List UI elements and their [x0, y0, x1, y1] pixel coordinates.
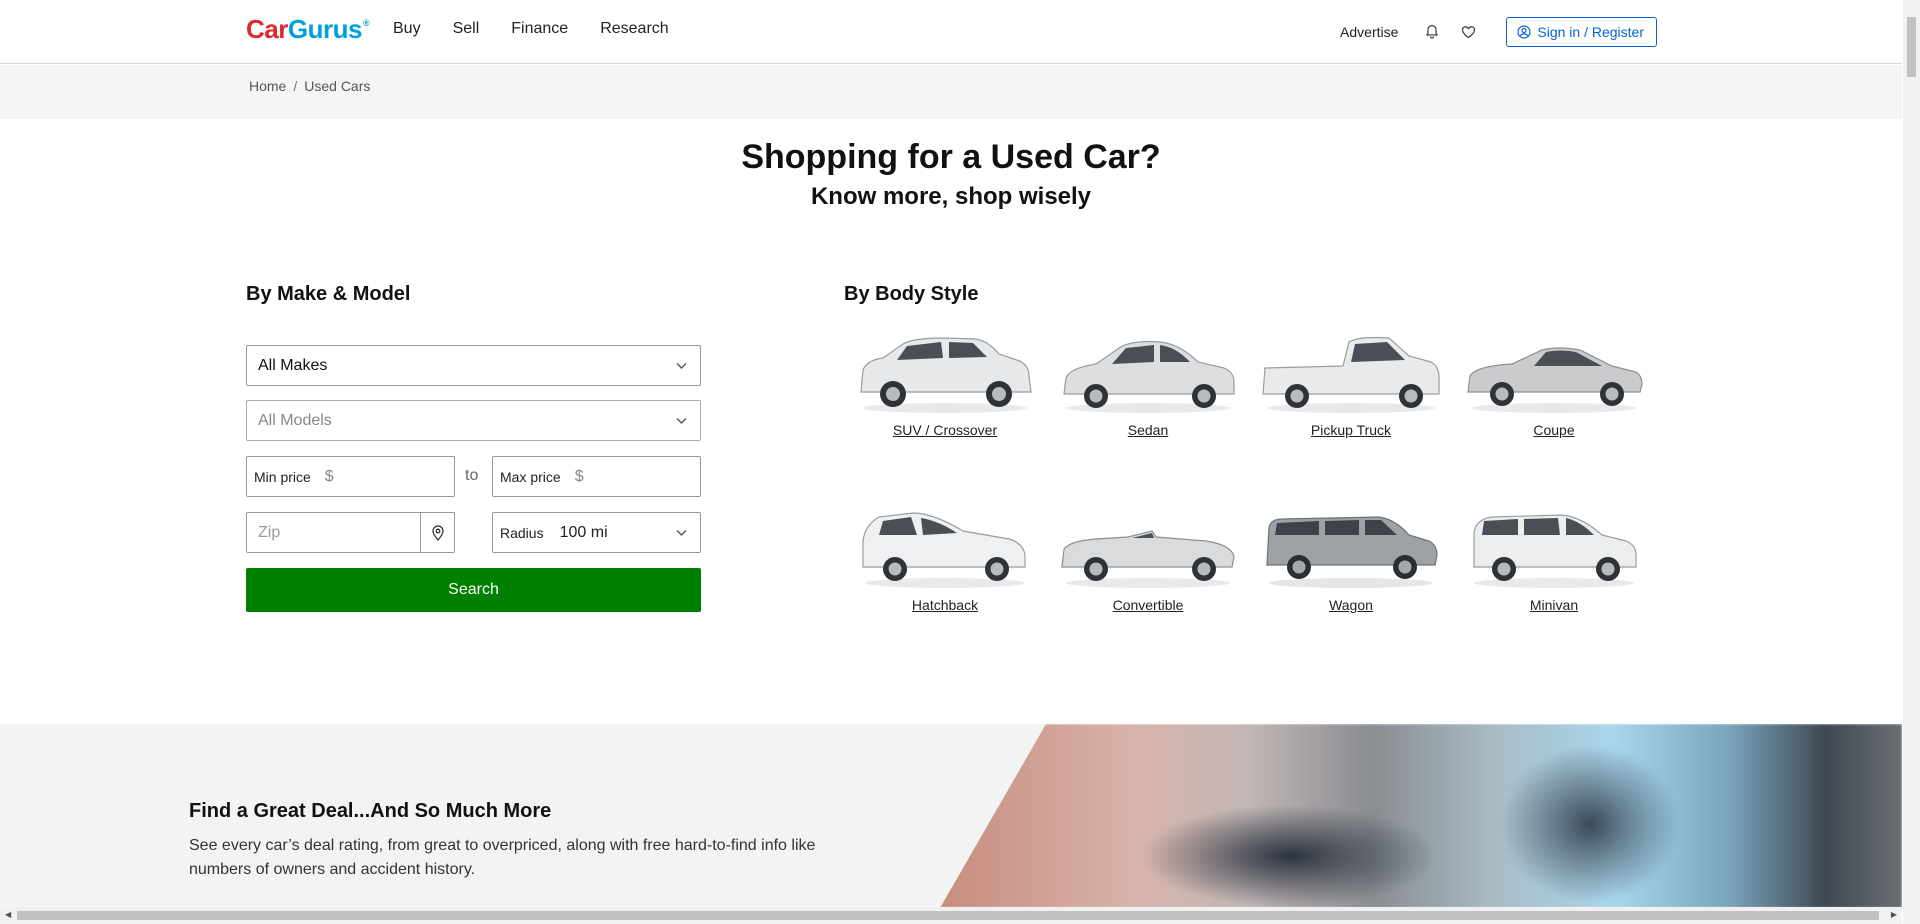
body-style-label: Hatchback: [911, 597, 979, 613]
search-button[interactable]: Search: [246, 568, 701, 612]
page-subtitle: Know more, shop wisely: [810, 183, 1092, 210]
site-header: Car Gurus ® Buy Sell Finance Research Adve…: [0, 0, 1902, 64]
wagon-image: [1266, 516, 1438, 588]
main-nav: Buy Sell Finance Research: [393, 20, 669, 38]
nav-finance[interactable]: Finance: [511, 20, 568, 38]
breadcrumb-bar: Home / Used Cars: [0, 65, 1902, 119]
nav-buy[interactable]: Buy: [393, 20, 421, 38]
body-style-pickup-truck[interactable]: Pickup Truck: [1253, 330, 1449, 438]
body-style-wagon[interactable]: Wagon: [1253, 505, 1449, 613]
price-range-to: to: [465, 467, 479, 484]
body-style-minivan[interactable]: Minivan: [1456, 505, 1652, 613]
body-style-coupe[interactable]: Coupe: [1456, 330, 1652, 438]
promo-title: Find a Great Deal...And So Much More: [189, 800, 552, 822]
convertible-image: [1061, 530, 1235, 588]
body-style-label: Coupe: [1533, 422, 1575, 438]
coupe-image: [1467, 347, 1643, 413]
vertical-scrollbar[interactable]: [1903, 0, 1920, 924]
min-price-input[interactable]: Min price $: [246, 456, 455, 497]
model-select[interactable]: All Models: [246, 400, 701, 441]
make-select[interactable]: All Makes: [246, 345, 701, 386]
cargurus-logo[interactable]: Car Gurus ®: [246, 14, 370, 46]
hatchback-image: [862, 512, 1026, 588]
chevron-down-icon: [676, 418, 687, 424]
radius-label: Radius: [500, 524, 544, 541]
body-style-label: Sedan: [1127, 422, 1169, 438]
max-price-currency: $: [574, 467, 584, 485]
location-pin-button[interactable]: [420, 513, 454, 552]
body-style-label: Pickup Truck: [1310, 422, 1392, 438]
nav-sell[interactable]: Sell: [453, 20, 480, 38]
suv-image: [860, 337, 1032, 413]
breadcrumb-separator: /: [293, 78, 298, 94]
sign-in-label: Sign in / Register: [1537, 23, 1644, 40]
radius-value: 100 mi: [559, 523, 608, 541]
location-pin-icon: [431, 524, 444, 541]
zip-input[interactable]: Zip: [246, 512, 455, 553]
body-style-title: By Body Style: [844, 283, 979, 305]
body-style-hatchback[interactable]: Hatchback: [847, 505, 1043, 613]
breadcrumb-used-cars: Used Cars: [304, 78, 371, 94]
max-price-input[interactable]: Max price $: [492, 456, 701, 497]
user-circle-icon: [1517, 24, 1531, 39]
make-select-value: All Makes: [258, 356, 328, 374]
deal-promo-section: Find a Great Deal...And So Much More See…: [0, 724, 1902, 908]
zip-placeholder: Zip: [258, 523, 281, 541]
chevron-down-icon: [676, 363, 687, 369]
minivan-image: [1473, 514, 1637, 588]
promo-text: See every car’s deal rating, from great …: [189, 837, 816, 878]
min-price-label: Min price: [254, 468, 311, 485]
sign-in-register-button[interactable]: Sign in / Register: [1506, 16, 1657, 47]
vertical-scrollbar-thumb[interactable]: [1907, 17, 1916, 77]
nav-research[interactable]: Research: [600, 20, 668, 38]
bell-icon[interactable]: [1424, 24, 1440, 40]
sedan-image: [1063, 340, 1235, 413]
heart-icon[interactable]: [1460, 24, 1476, 40]
min-price-currency: $: [324, 467, 334, 485]
advertise-link[interactable]: Advertise: [1340, 24, 1398, 40]
breadcrumb: Home / Used Cars: [249, 78, 370, 94]
body-style-label: Minivan: [1529, 597, 1579, 613]
make-model-title: By Make & Model: [246, 283, 411, 305]
horizontal-scrollbar[interactable]: ◀ ▶: [0, 907, 1902, 924]
model-select-value: All Models: [258, 411, 332, 429]
body-style-convertible[interactable]: Convertible: [1050, 505, 1246, 613]
breadcrumb-home[interactable]: Home: [249, 78, 286, 94]
body-style-label: Convertible: [1112, 597, 1184, 613]
scroll-right-arrow-icon[interactable]: ▶: [1891, 910, 1897, 919]
logo-trademark: ®: [362, 18, 370, 28]
chevron-down-icon: [676, 530, 687, 536]
body-style-sedan[interactable]: Sedan: [1050, 330, 1246, 438]
scroll-left-arrow-icon[interactable]: ◀: [5, 910, 11, 919]
radius-select[interactable]: Radius 100 mi: [492, 512, 701, 553]
logo-car-text: Car: [246, 14, 288, 44]
header-actions: Advertise Sign in / Register: [1340, 16, 1657, 47]
body-style-suv[interactable]: SUV / Crossover: [847, 330, 1043, 438]
max-price-label: Max price: [500, 468, 561, 485]
body-style-label: Wagon: [1329, 597, 1373, 613]
logo-gurus-text: Gurus: [287, 14, 363, 44]
pickup-truck-image: [1262, 336, 1440, 413]
promo-image: [940, 724, 1902, 908]
horizontal-scrollbar-thumb[interactable]: [17, 911, 1879, 920]
page-title: Shopping for a Used Car?: [741, 138, 1161, 176]
body-style-label: SUV / Crossover: [892, 422, 998, 438]
